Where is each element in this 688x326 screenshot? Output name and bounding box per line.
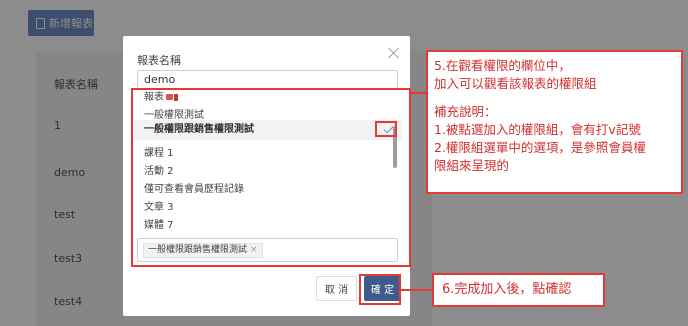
annotation-highlight-check (375, 121, 397, 137)
annotation-highlight-list (131, 88, 411, 267)
report-name-field[interactable]: demo (137, 70, 398, 89)
annotation-note-permission: 5.在觀看權限的欄位中， 加入可以觀看該報表的權限組 補充說明： 1.被點選加入… (426, 50, 683, 194)
annotation-connector (401, 289, 432, 291)
close-icon[interactable] (387, 46, 401, 60)
annotation-note-confirm: 6.完成加入後，點確認 (432, 273, 605, 307)
dialog-title: 報表名稱 (137, 54, 181, 67)
cancel-button[interactable]: 取 消 (316, 276, 357, 301)
annotation-highlight-confirm (359, 274, 401, 305)
annotation-connector (411, 92, 426, 94)
